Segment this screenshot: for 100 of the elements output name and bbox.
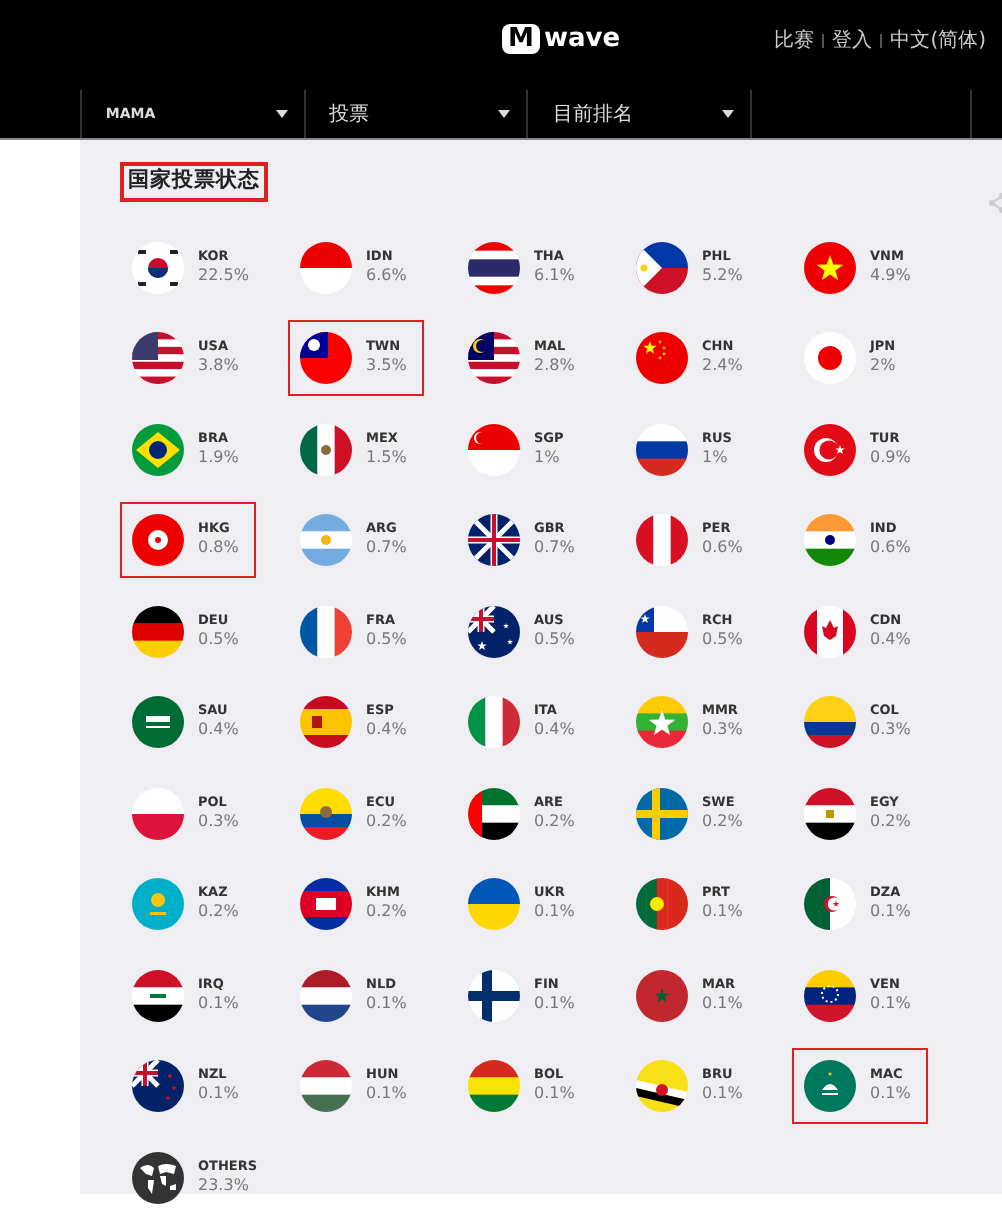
vote-share: 0.2% [534, 811, 575, 831]
vote-share: 6.1% [534, 265, 575, 285]
flag-icon [132, 514, 184, 566]
vote-share: 0.1% [870, 993, 911, 1013]
flag-icon [636, 241, 688, 293]
vote-share: 0.3% [198, 811, 239, 831]
vote-share: 0.1% [366, 1084, 407, 1104]
flag-icon [636, 423, 688, 475]
flag-icon [636, 514, 688, 566]
flag-icon [300, 332, 352, 384]
flag-icon [468, 423, 520, 475]
flag-icon [804, 1060, 856, 1112]
flag-icon [300, 969, 352, 1021]
vote-share: 5.2% [702, 265, 743, 285]
flag-icon [132, 696, 184, 748]
header-link[interactable]: 登入 [832, 26, 873, 56]
vote-share: 0.2% [366, 902, 407, 922]
vote-share: 0.1% [534, 993, 575, 1013]
flag-icon [300, 787, 352, 839]
flag-icon [636, 696, 688, 748]
flag-icon [804, 878, 856, 930]
vote-share: 0.5% [702, 629, 743, 649]
vote-share: 0.2% [870, 811, 911, 831]
vote-share: 0.1% [534, 1084, 575, 1104]
vote-share: 0.3% [870, 720, 911, 740]
vote-share: 0.2% [366, 811, 407, 831]
vote-share: 4.9% [870, 265, 911, 285]
flag-icon [636, 605, 688, 657]
flag-icon [132, 1060, 184, 1112]
vote-share: 0.1% [534, 902, 575, 922]
vote-share: 1% [702, 447, 730, 467]
vote-share: 22.5% [198, 265, 249, 285]
header-link[interactable]: 比赛 [774, 26, 815, 56]
vote-share: 1.5% [366, 447, 407, 467]
vote-share: 0.4% [534, 720, 575, 740]
caret-icon [722, 110, 735, 118]
flag-icon [132, 605, 184, 657]
dropdown[interactable]: 目前排名 [528, 90, 751, 138]
vote-share: 0.4% [366, 720, 407, 740]
vote-share: 2.8% [534, 356, 575, 376]
vote-share: 0.1% [702, 993, 743, 1013]
vote-share: 0.2% [198, 902, 239, 922]
dropdown[interactable]: 投票 [305, 90, 527, 138]
logo-mark[interactable]: M [502, 24, 540, 54]
flag-icon [468, 605, 520, 657]
caret-icon [498, 110, 511, 118]
vote-share: 0.9% [870, 447, 911, 467]
flag-icon [468, 878, 520, 930]
flag-icon [804, 787, 856, 839]
flag-icon [804, 241, 856, 293]
flag-icon [300, 696, 352, 748]
flag-icon [804, 332, 856, 384]
vote-share: 2.4% [702, 356, 743, 376]
vote-share: 0.1% [870, 902, 911, 922]
vote-share: 0.1% [366, 993, 407, 1013]
flag-icon [468, 514, 520, 566]
logo-text[interactable]: wave [543, 24, 621, 54]
vote-share: 6.6% [366, 265, 407, 285]
header-link[interactable]: 中文(简体) [890, 26, 986, 56]
vote-share: 0.5% [534, 629, 575, 649]
flag-icon [636, 1060, 688, 1112]
flag-icon [636, 332, 688, 384]
flag-icon [636, 878, 688, 930]
vote-share: 1% [534, 447, 562, 467]
vote-share: 0.2% [702, 811, 743, 831]
flag-icon [804, 969, 856, 1021]
vote-share: 0.1% [702, 902, 743, 922]
flag-icon [468, 241, 520, 293]
vote-share: 23.3% [198, 1175, 251, 1195]
flag-icon [468, 696, 520, 748]
flag-icon [468, 1060, 520, 1112]
vote-share: 0.1% [198, 1084, 239, 1104]
vote-share: 0.5% [198, 629, 239, 649]
flag-icon [132, 423, 184, 475]
flag-icon [804, 696, 856, 748]
flag-icon [300, 605, 352, 657]
vote-share: 0.7% [366, 538, 407, 558]
flag-icon [300, 241, 352, 293]
flag-icon [804, 605, 856, 657]
flag-icon [132, 787, 184, 839]
flag-icon [132, 969, 184, 1021]
vote-share: 0.6% [702, 538, 743, 558]
world-map-icon [132, 1151, 184, 1203]
flag-icon [300, 423, 352, 475]
vote-share: 0.4% [198, 720, 239, 740]
flag-icon [300, 514, 352, 566]
flag-icon [300, 878, 352, 930]
flag-icon [636, 969, 688, 1021]
section-title: 国家投票状态 [120, 162, 268, 202]
flag-icon [468, 332, 520, 384]
vote-share: 0.1% [702, 1084, 743, 1104]
flag-icon [636, 787, 688, 839]
vote-share: 3.5% [366, 356, 407, 376]
vote-share: 0.1% [870, 1084, 911, 1104]
flag-icon [468, 969, 520, 1021]
vote-share: 0.8% [198, 538, 239, 558]
caret-icon [275, 110, 288, 118]
flag-icon [132, 332, 184, 384]
vote-share: 0.3% [702, 720, 743, 740]
vote-share: 2% [870, 356, 896, 376]
